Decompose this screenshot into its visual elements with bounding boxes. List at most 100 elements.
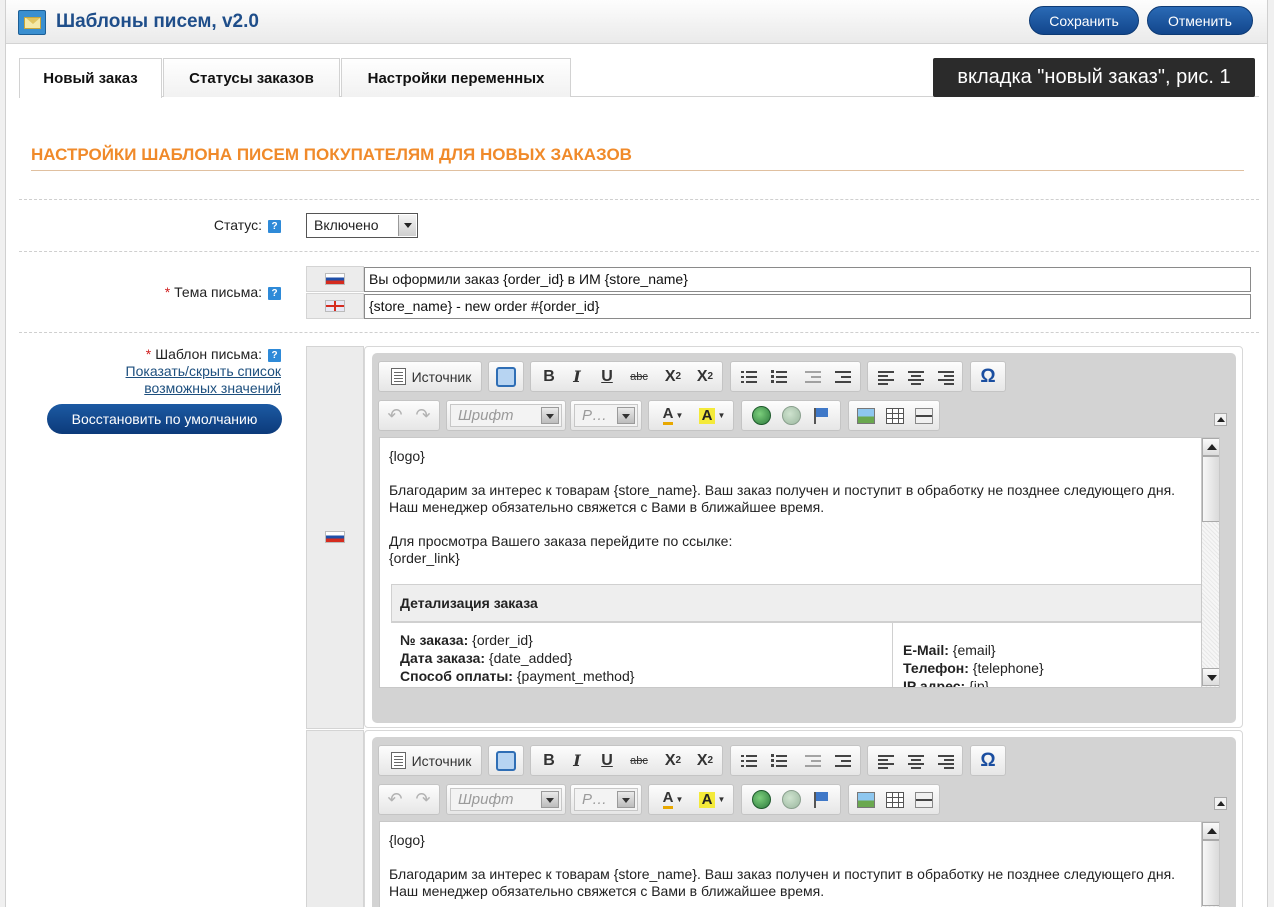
font-color-button[interactable]: A ▼	[655, 401, 691, 430]
align-left-button[interactable]	[874, 362, 898, 391]
image-button[interactable]	[853, 785, 879, 814]
bold-button[interactable]: B	[537, 362, 561, 391]
numbered-list-button[interactable]	[737, 362, 761, 391]
outdent-button[interactable]	[801, 362, 825, 391]
indent-button[interactable]	[831, 362, 855, 391]
strike-button[interactable]: abc	[625, 746, 653, 775]
indent-button[interactable]	[831, 746, 855, 775]
align-right-button[interactable]	[934, 362, 958, 391]
tab-order-statuses[interactable]: Статусы заказов	[163, 58, 340, 97]
envelope-icon	[18, 10, 46, 35]
help-icon[interactable]: ?	[268, 286, 281, 300]
outdent-button[interactable]	[801, 746, 825, 775]
toggle-values-link-line1[interactable]: Показать/скрыть список	[66, 363, 281, 380]
unlink-button[interactable]	[778, 401, 804, 430]
collapse-toolbar-button[interactable]	[1214, 413, 1227, 426]
date-label: Дата заказа:	[400, 650, 486, 666]
align-center-button[interactable]	[904, 746, 928, 775]
source-button[interactable]: Источник	[383, 362, 479, 391]
restore-default-button[interactable]: Восстановить по умолчанию	[47, 404, 282, 434]
image-button[interactable]	[853, 401, 879, 430]
toggle-values-link[interactable]: Показать/скрыть список возможных значени…	[66, 363, 281, 397]
vertical-scrollbar[interactable]	[1201, 822, 1219, 907]
tab-new-order[interactable]: Новый заказ	[19, 58, 162, 98]
toolbar-group-font: Шрифт	[446, 400, 566, 431]
scroll-up-arrow-icon[interactable]	[1202, 438, 1219, 456]
page-title: Шаблоны писем, v2.0	[56, 11, 259, 32]
scroll-thumb[interactable]	[1202, 840, 1219, 906]
scroll-down-arrow-icon[interactable]	[1202, 668, 1219, 686]
special-char-button[interactable]: Ω	[973, 362, 1003, 391]
help-icon[interactable]: ?	[268, 348, 281, 362]
status-select[interactable]: Включено	[306, 213, 418, 238]
italic-button[interactable]: I	[565, 362, 589, 391]
superscript-button[interactable]: X2	[691, 746, 719, 775]
align-left-icon	[878, 370, 894, 385]
horizontal-rule-button[interactable]	[911, 785, 937, 814]
italic-button[interactable]: I	[565, 746, 589, 775]
source-button[interactable]: Источник	[383, 746, 479, 775]
bulleted-list-button[interactable]	[767, 362, 791, 391]
tab-variable-settings[interactable]: Настройки переменных	[341, 58, 571, 97]
indent-icon	[835, 370, 851, 384]
underline-button[interactable]: U	[595, 362, 619, 391]
numbered-list-button[interactable]	[737, 746, 761, 775]
redo-icon: ↷	[415, 405, 431, 425]
underline-button[interactable]: U	[595, 746, 619, 775]
link-button[interactable]	[748, 785, 774, 814]
cancel-button[interactable]: Отменить	[1147, 6, 1253, 35]
flag-cell-ru	[306, 266, 364, 292]
font-color-button[interactable]: A ▼	[655, 785, 691, 814]
font-family-select[interactable]: Шрифт	[450, 404, 562, 427]
source-button-label: Источник	[411, 368, 472, 385]
chevron-down-icon[interactable]	[398, 215, 416, 236]
payment-label: Способ оплаты:	[400, 668, 513, 684]
table-button[interactable]	[882, 785, 908, 814]
background-color-button[interactable]: A ▼	[693, 785, 731, 814]
align-left-button[interactable]	[874, 746, 898, 775]
subject-ru-input[interactable]: Вы оформили заказ {order_id} в ИМ {store…	[364, 267, 1251, 292]
scroll-thumb[interactable]	[1202, 456, 1219, 522]
font-size-select[interactable]: Р…	[574, 788, 638, 811]
subscript-button[interactable]: X2	[659, 362, 687, 391]
superscript-button[interactable]: X2	[691, 362, 719, 391]
undo-button[interactable]: ↶	[383, 785, 407, 814]
help-icon[interactable]: ?	[268, 219, 281, 233]
redo-button[interactable]: ↷	[411, 401, 435, 430]
bold-button[interactable]: B	[537, 746, 561, 775]
strike-button[interactable]: abc	[625, 362, 653, 391]
scroll-up-arrow-icon[interactable]	[1202, 822, 1219, 840]
link-button[interactable]	[748, 401, 774, 430]
chevron-down-icon[interactable]	[617, 407, 635, 424]
align-center-button[interactable]	[904, 362, 928, 391]
save-button[interactable]: Сохранить	[1029, 6, 1139, 35]
chevron-down-icon[interactable]	[541, 407, 559, 424]
font-size-select[interactable]: Р…	[574, 404, 638, 427]
maximize-button[interactable]	[491, 746, 521, 775]
subject-en-input[interactable]: {store_name} - new order #{order_id}	[364, 294, 1251, 319]
vertical-scrollbar[interactable]	[1201, 438, 1219, 687]
align-right-button[interactable]	[934, 746, 958, 775]
horizontal-rule-button[interactable]	[911, 401, 937, 430]
editor-content-ru[interactable]: {logo} Благодарим за интерес к товарам {…	[379, 437, 1220, 688]
subscript-button[interactable]: X2	[659, 746, 687, 775]
background-color-button[interactable]: A ▼	[693, 401, 731, 430]
collapse-toolbar-button[interactable]	[1214, 797, 1227, 810]
table-button[interactable]	[882, 401, 908, 430]
editor-content-en[interactable]: {logo} Благодарим за интерес к товарам {…	[379, 821, 1220, 907]
chevron-down-icon[interactable]	[541, 791, 559, 808]
rich-text-editor-en: Источник B I U abc X2 X2 Ω ↶ ↷ Шрифт Р… …	[372, 737, 1236, 907]
chevron-down-icon: ▼	[717, 795, 726, 804]
anchor-button[interactable]	[808, 401, 834, 430]
redo-button[interactable]: ↷	[411, 785, 435, 814]
redo-icon: ↷	[415, 789, 431, 809]
unlink-button[interactable]	[778, 785, 804, 814]
bulleted-list-button[interactable]	[767, 746, 791, 775]
toggle-values-link-line2[interactable]: возможных значений	[66, 380, 281, 397]
anchor-button[interactable]	[808, 785, 834, 814]
undo-button[interactable]: ↶	[383, 401, 407, 430]
special-char-button[interactable]: Ω	[973, 746, 1003, 775]
maximize-button[interactable]	[491, 362, 521, 391]
chevron-down-icon[interactable]	[617, 791, 635, 808]
font-family-select[interactable]: Шрифт	[450, 788, 562, 811]
